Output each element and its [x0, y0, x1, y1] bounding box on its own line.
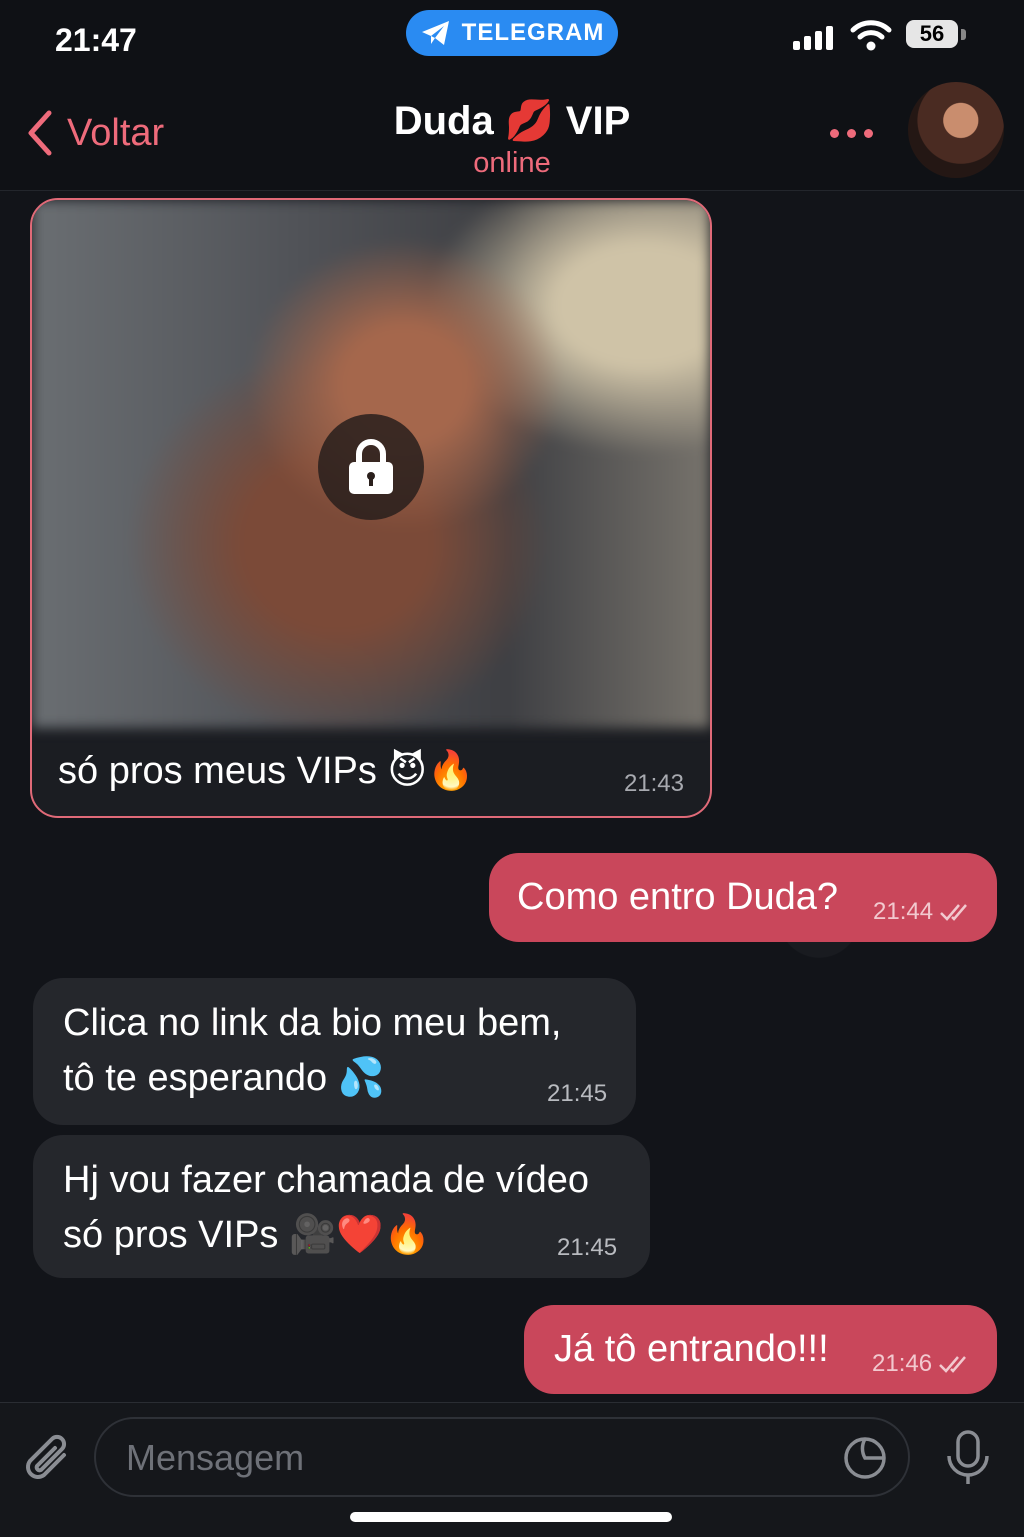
- kiss-emoji: 💋: [504, 99, 555, 143]
- incoming-message[interactable]: Clica no link da bio meu bem, tô te espe…: [33, 978, 636, 1125]
- outgoing-message[interactable]: Como entro Duda? 21:44: [489, 853, 997, 942]
- status-time: 21:47: [55, 22, 137, 58]
- message-text-line-2: tô te esperando 💦: [63, 1057, 385, 1099]
- message-text-line-1: Clica no link da bio meu bem,: [63, 1002, 562, 1044]
- message-text: Já tô entrando!!!: [554, 1328, 829, 1370]
- telegram-icon: [421, 21, 449, 45]
- message-text: Como entro Duda?: [517, 876, 839, 918]
- message-input[interactable]: Mensagem: [94, 1417, 910, 1497]
- wifi-icon: [850, 20, 892, 51]
- message-time-row: 21:44: [873, 898, 973, 926]
- message-placeholder: Mensagem: [126, 1437, 305, 1478]
- app-label: TELEGRAM: [461, 19, 605, 46]
- double-check-icon: [940, 904, 968, 921]
- sticker-icon[interactable]: [842, 1435, 888, 1481]
- incoming-message[interactable]: Hj vou fazer chamada de vídeo só pros VI…: [33, 1135, 650, 1278]
- return-to-app-pill[interactable]: TELEGRAM: [406, 10, 618, 56]
- more-options-icon[interactable]: [830, 129, 873, 138]
- battery-level: 56: [919, 21, 945, 46]
- message-time: 21:44: [873, 898, 934, 925]
- home-indicator: [350, 1512, 672, 1522]
- lock-icon: [349, 439, 393, 494]
- message-time-row: 21:46: [872, 1350, 972, 1378]
- lock-button[interactable]: [318, 414, 424, 520]
- paperclip-icon[interactable]: [22, 1431, 74, 1487]
- message-time: 21:43: [623, 770, 684, 797]
- chat-title-name: Duda: [393, 99, 494, 143]
- cellular-signal-icon: [793, 26, 833, 50]
- outgoing-message[interactable]: Já tô entrando!!! 21:46: [524, 1305, 997, 1394]
- media-caption: só pros meus VIPs 😈🔥: [58, 750, 475, 792]
- message-text-line-1: Hj vou fazer chamada de vídeo: [63, 1159, 589, 1201]
- battery-tip: [961, 29, 966, 40]
- battery-icon: 56: [906, 20, 958, 48]
- chat-header: Voltar Duda 💋 VIP online: [0, 75, 1024, 191]
- message-time: 21:45: [547, 1080, 608, 1107]
- locked-media-message[interactable]: só pros meus VIPs 😈🔥 21:43: [30, 198, 712, 818]
- message-time: 21:45: [557, 1234, 618, 1261]
- chat-title-suffix: VIP: [565, 99, 631, 143]
- double-check-icon: [939, 1356, 967, 1373]
- message-time: 21:46: [872, 1350, 933, 1377]
- microphone-icon[interactable]: [944, 1429, 992, 1487]
- message-text-line-2: só pros VIPs 🎥❤️🔥: [63, 1214, 431, 1256]
- chat-status: online: [473, 147, 551, 179]
- status-bar: 21:47 TELEGRAM 56: [0, 0, 1024, 75]
- avatar[interactable]: [908, 82, 1004, 178]
